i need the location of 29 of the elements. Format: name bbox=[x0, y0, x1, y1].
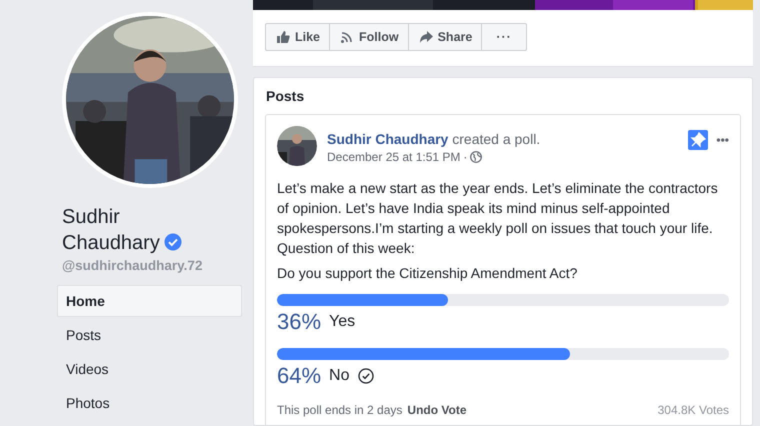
poll-question: Do you support the Citizenship Amendment Act? bbox=[277, 265, 578, 281]
sidebar-nav-item[interactable]: Videos bbox=[57, 353, 242, 385]
vote-count: 304.8K Votes bbox=[658, 403, 729, 417]
sidebar-nav-item[interactable]: Home bbox=[57, 285, 242, 317]
poll-percentage: 64% bbox=[277, 363, 322, 389]
poll-option-label: Yes bbox=[329, 313, 356, 331]
share-button[interactable]: Share bbox=[408, 24, 482, 50]
page-handle: @sudhirchaudhary.72 bbox=[62, 258, 204, 273]
globe-icon bbox=[470, 151, 482, 163]
separator: · bbox=[463, 150, 468, 164]
sidebar-nav-item[interactable]: Photos bbox=[57, 387, 242, 419]
post-time[interactable]: December 25 at 1:51 PM bbox=[327, 150, 460, 164]
undo-vote-link[interactable]: Undo Vote bbox=[407, 403, 467, 417]
poll-option-label: No bbox=[329, 367, 350, 385]
pin-icon[interactable] bbox=[688, 130, 708, 150]
share-arrow-icon bbox=[418, 30, 433, 44]
post-headline: Sudhir Chaudhary created a poll. bbox=[327, 130, 542, 148]
poll-deadline: This poll ends in 2 days bbox=[277, 403, 402, 417]
post-text: Let’s make a new start as the year ends. Let’s eliminate the contractors of opinion. Let’s have India speak its mind minus self-appointed spokespersons.I’m starting a weekly poll on issues that touch your life. Question of this week: bbox=[277, 179, 719, 258]
poll-percentage: 36% bbox=[277, 309, 322, 335]
rss-icon bbox=[340, 30, 354, 44]
post-menu-button[interactable]: ••• bbox=[716, 133, 729, 147]
follow-button[interactable]: Follow bbox=[330, 24, 409, 50]
page-name: Sudhir Chaudhary bbox=[62, 206, 160, 254]
sidebar-nav-item[interactable]: Posts bbox=[57, 319, 242, 351]
like-button[interactable]: Like bbox=[266, 24, 330, 50]
section-title: Posts bbox=[266, 88, 306, 104]
more-button[interactable]: ··· bbox=[482, 24, 526, 50]
thumbs-up-icon bbox=[276, 30, 290, 44]
